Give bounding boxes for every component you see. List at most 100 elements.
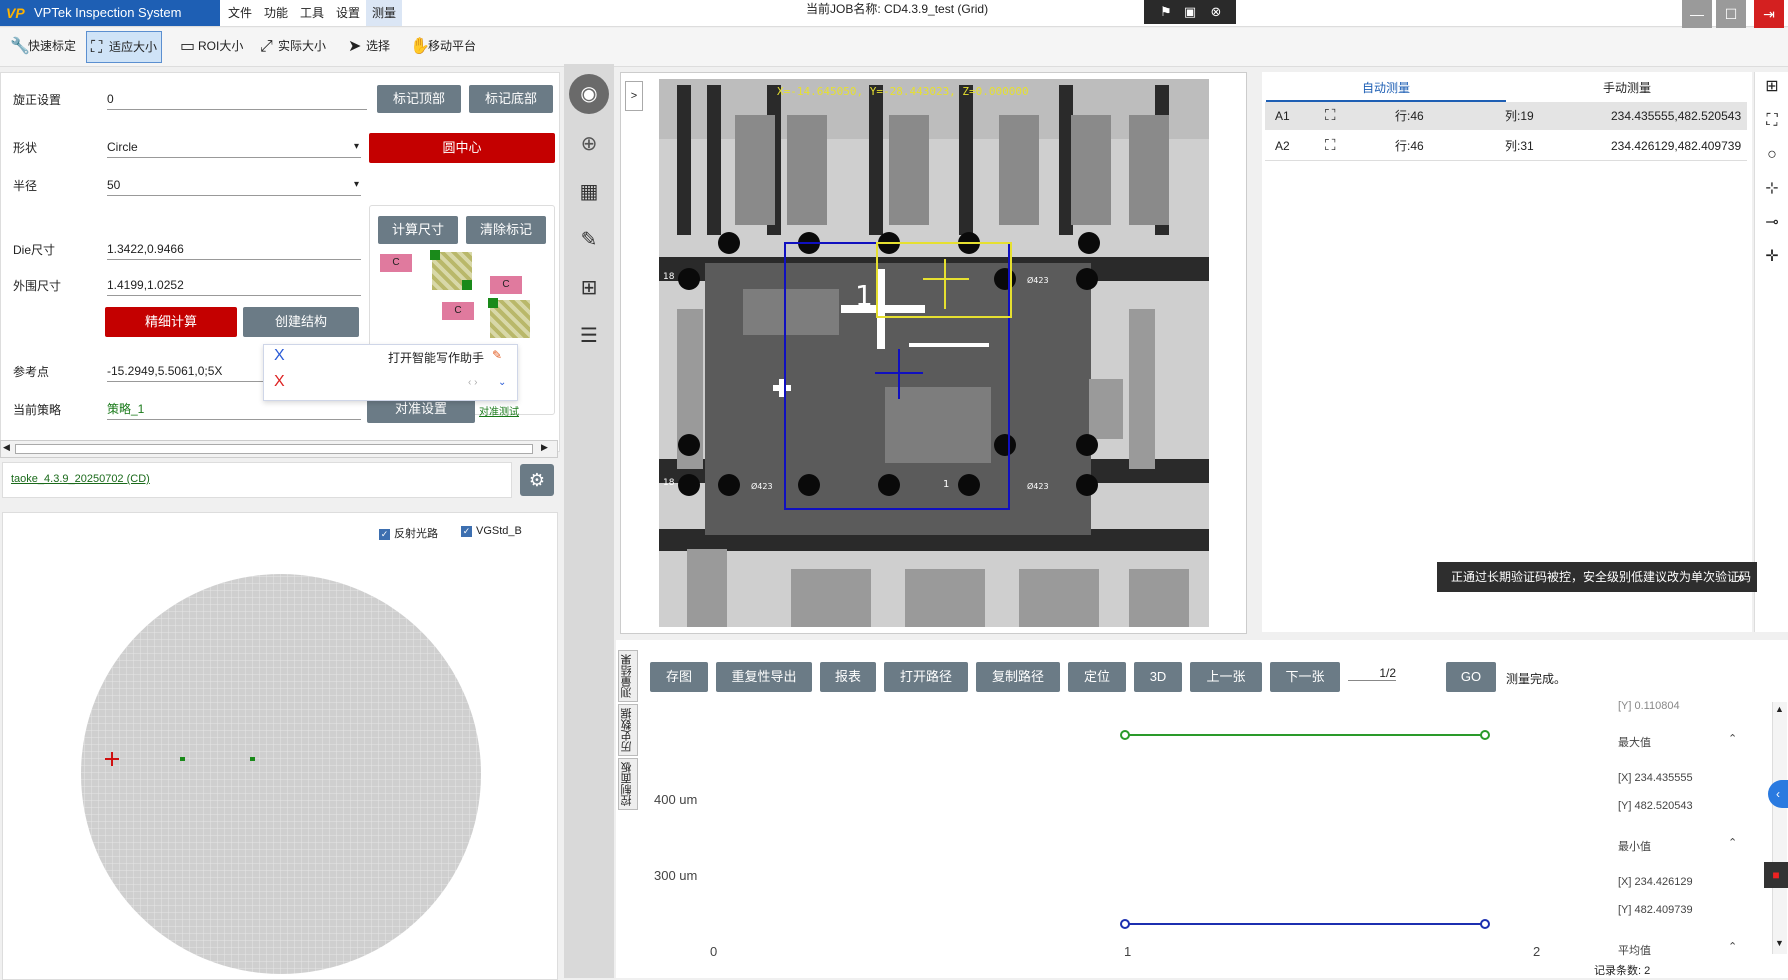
assistant-icon: ✎ [492, 348, 503, 362]
fine-calc-button[interactable]: 精细计算 [105, 307, 237, 337]
flag-icon[interactable]: ⚑ [1156, 3, 1176, 21]
next-button[interactable]: 下一张 [1270, 662, 1340, 692]
record-icon[interactable]: ■ [1764, 862, 1788, 888]
settings-refresh-button[interactable]: ⚙ [520, 464, 554, 496]
menu-tools[interactable]: 工具 [294, 0, 330, 26]
die-size-field[interactable]: 1.3422,0.9466 [107, 239, 361, 260]
page-indicator[interactable]: 1/2 [1348, 666, 1396, 681]
mark-top-button[interactable]: 标记顶部 [377, 85, 461, 113]
tab-measure-results[interactable]: 测量结果 [618, 650, 638, 702]
outer-size-field[interactable]: 1.4199,1.0252 [107, 275, 361, 296]
exit-button[interactable]: ⇥ [1754, 0, 1784, 28]
cursor-icon: ➤ [348, 37, 362, 55]
menu-measure[interactable]: 测量 [366, 0, 403, 26]
image-viewer[interactable]: > 1 1 Ø423 Ø423 Ø423 18 18 X=-14.645050,… [620, 72, 1247, 634]
scroll-right-icon[interactable]: ▶ [541, 442, 548, 453]
ruler-icon[interactable]: ✎ [569, 220, 609, 260]
inspection-image[interactable]: 1 1 Ø423 Ø423 Ø423 18 18 X=-14.645050, Y… [659, 79, 1209, 627]
menu-file[interactable]: 文件 [222, 0, 258, 26]
job-file-link[interactable]: taoke_4.3.9_20250702 (CD) [11, 473, 150, 485]
close-circle-icon[interactable]: ⊗ [1206, 3, 1226, 21]
open-assistant-text[interactable]: 打开智能写作助手 [388, 349, 484, 366]
vgstd-checkbox[interactable]: ✓ VGStd_B [461, 525, 522, 537]
app-logo: VP [6, 5, 25, 21]
mark-bottom-button[interactable]: 标记底部 [469, 85, 553, 113]
checklist-icon[interactable]: ☰ [569, 316, 609, 356]
copy-path-button[interactable]: 复制路径 [976, 662, 1060, 692]
avg-label: 平均值 [1618, 945, 1651, 957]
ref-point-field[interactable]: -15.2949,5.5061,0;5X [107, 361, 263, 382]
3d-button[interactable]: 3D [1134, 662, 1182, 692]
strategy-label: 当前策略 [13, 403, 62, 417]
roi-size-button[interactable]: ▭ ROI大小 [176, 31, 247, 61]
fit-frame-icon[interactable]: ⛶ [1325, 132, 1336, 160]
check-icon: ✓ [379, 528, 390, 540]
chevron-down-icon[interactable]: ⌄ [498, 377, 506, 388]
locate-button[interactable]: 定位 [1068, 662, 1126, 692]
wafer-map[interactable] [63, 569, 483, 979]
die-number-label: 1 [943, 479, 949, 490]
circle-center-button[interactable]: 圆中心 [369, 133, 555, 163]
tab-control-panel[interactable]: 控制面板 [618, 758, 638, 810]
go-button[interactable]: GO [1446, 662, 1496, 692]
clear-mark-button[interactable]: 清除标记 [466, 216, 546, 244]
stats-scrollbar[interactable]: ▲ ▼ [1772, 702, 1787, 954]
wafer-icon[interactable]: ▦ [569, 172, 609, 212]
expand-panel-button[interactable]: > [625, 81, 643, 111]
chevron-up-icon[interactable]: ⌃ [1728, 940, 1737, 953]
menu-settings[interactable]: 设置 [330, 0, 366, 26]
center-cross-icon[interactable]: ⊹ [1761, 178, 1783, 200]
scroll-up-icon[interactable]: ▲ [1775, 704, 1784, 714]
fit-frame-icon[interactable]: ⛶ [1761, 110, 1783, 132]
horizontal-scrollbar[interactable]: ◀ ▶ [0, 440, 558, 458]
reflect-path-checkbox[interactable]: ✓ 反射光路 [379, 525, 438, 541]
previous-button[interactable]: 上一张 [1190, 662, 1262, 692]
fit-size-button[interactable]: ⛶ 适应大小 [86, 31, 163, 63]
chevron-up-icon[interactable]: ⌃ [1728, 836, 1737, 849]
scroll-down-icon[interactable]: ▼ [1775, 938, 1784, 948]
series-point[interactable] [1480, 730, 1490, 740]
radius-select[interactable]: 50 ▾ [107, 175, 361, 196]
image-icon[interactable]: ▣ [1180, 3, 1200, 21]
report-button[interactable]: 报表 [820, 662, 876, 692]
series-point[interactable] [1480, 919, 1490, 929]
minimize-button[interactable]: — [1682, 0, 1712, 28]
tab-history[interactable]: 历史数据 [618, 704, 638, 756]
cursor-coordinates: X=-14.645050, Y=-28.443023, Z=0.000000 [777, 85, 1029, 98]
save-image-button[interactable]: 存图 [650, 662, 708, 692]
open-path-button[interactable]: 打开路径 [884, 662, 968, 692]
nav-arrows-icon[interactable]: ‹ › [468, 377, 477, 388]
fit-frame-icon[interactable]: ⛶ [1325, 102, 1336, 130]
table-row[interactable]: A2 ⛶ 行:46 列:31 234.426129,482.409739 [1265, 132, 1747, 161]
chevron-right-icon[interactable]: » [1737, 562, 1745, 592]
crosshair-icon[interactable]: ✛ [1761, 246, 1783, 268]
menu-function[interactable]: 功能 [258, 0, 294, 26]
select-button[interactable]: ➤ 选择 [344, 31, 394, 61]
strategy-field[interactable]: 策略_1 [107, 399, 361, 420]
globe-grid-icon[interactable]: ⊕ [569, 124, 609, 164]
scroll-left-icon[interactable]: ◀ [3, 442, 10, 453]
move-stage-button[interactable]: ✋移动平台 [406, 31, 480, 61]
picture-icon[interactable]: ⊞ [569, 268, 609, 308]
tab-auto-measure[interactable]: 自动测量 [1266, 76, 1506, 102]
chevron-up-icon[interactable]: ⌃ [1728, 732, 1737, 745]
camera-icon[interactable]: ◉ [569, 74, 609, 114]
tab-manual-measure[interactable]: 手动测量 [1512, 76, 1742, 100]
create-structure-button[interactable]: 创建结构 [243, 307, 359, 337]
line-point-icon[interactable]: ⊸ [1761, 212, 1783, 234]
maximize-button[interactable]: ☐ [1716, 0, 1746, 28]
actual-size-button[interactable]: ⤢ 实际大小 [256, 31, 330, 61]
table-row[interactable]: A1 ⛶ 行:46 列:19 234.435555,482.520543 [1265, 102, 1747, 130]
grid-align-icon[interactable]: ⊞ [1761, 76, 1783, 98]
series-point[interactable] [1120, 919, 1130, 929]
shape-select[interactable]: Circle ▾ [107, 137, 361, 158]
scroll-thumb[interactable] [15, 444, 533, 454]
repeatability-export-button[interactable]: 重复性导出 [716, 662, 812, 692]
align-test-link[interactable]: 对准测试 [479, 403, 519, 418]
quick-calibrate-button[interactable]: 🔧快速标定 [6, 31, 80, 61]
series-point[interactable] [1120, 730, 1130, 740]
rotation-input[interactable]: 0 [107, 89, 367, 110]
circle-icon[interactable]: ○ [1761, 144, 1783, 166]
collapse-side-button[interactable]: ‹ [1768, 780, 1788, 808]
calc-size-button[interactable]: 计算尺寸 [378, 216, 458, 244]
